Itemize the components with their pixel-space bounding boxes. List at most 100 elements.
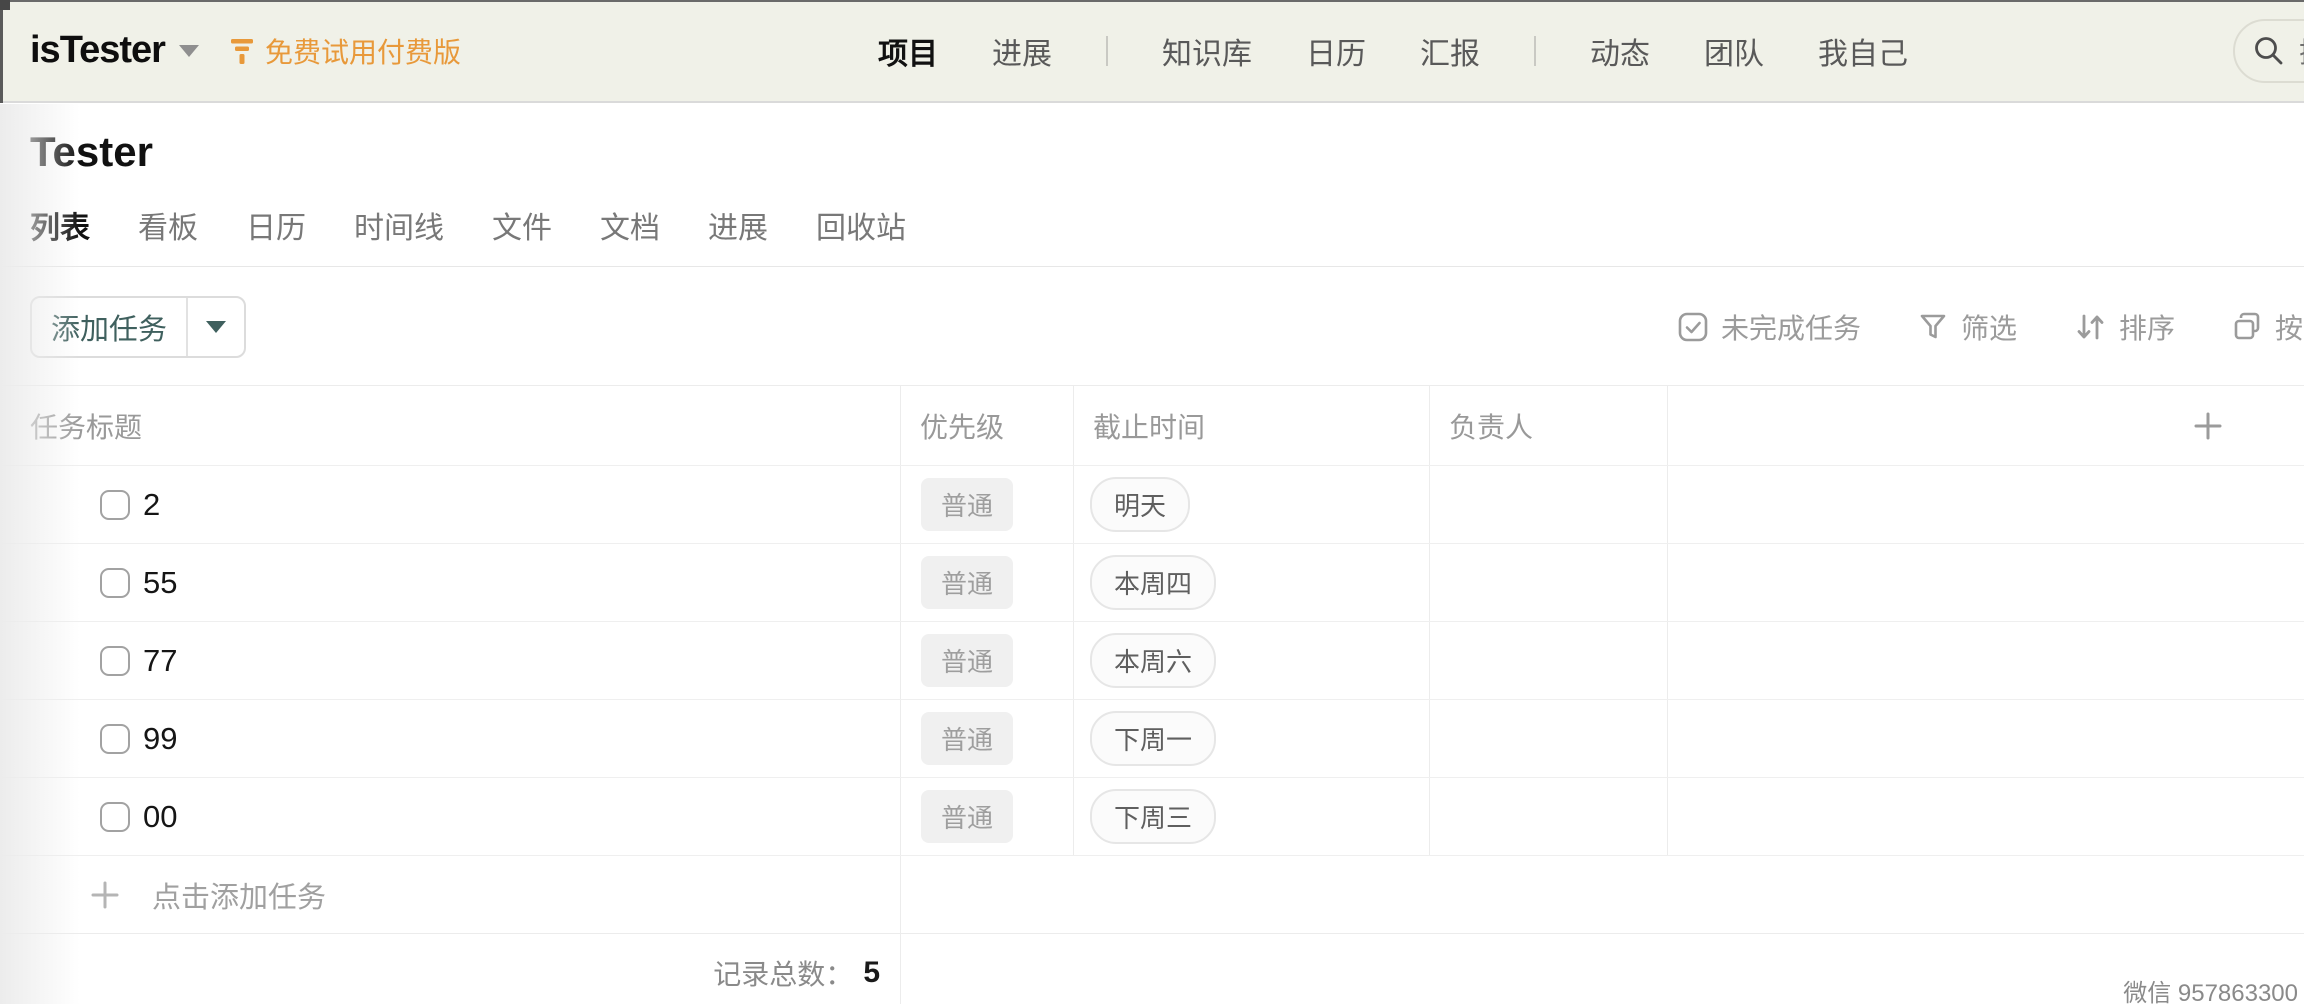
sort-button[interactable]: 排序	[2073, 307, 2175, 347]
assignee-cell[interactable]	[1430, 778, 1668, 855]
sort-arrows-icon	[2073, 311, 2107, 343]
table-row[interactable]: 77 普通 本周六	[0, 622, 2304, 700]
filter-button[interactable]: 筛选	[1917, 307, 2017, 347]
task-title[interactable]: 2	[143, 487, 160, 523]
tab-docs[interactable]: 文档	[600, 203, 660, 247]
nav-divider	[1106, 36, 1108, 66]
task-title[interactable]: 77	[143, 643, 177, 679]
add-task-row[interactable]: 点击添加任务	[0, 856, 2304, 934]
due-date-badge: 本周四	[1090, 555, 1216, 610]
priority-badge: 普通	[921, 478, 1013, 531]
chevron-down-icon	[206, 321, 226, 333]
priority-cell[interactable]: 普通	[901, 466, 1074, 543]
task-title[interactable]: 99	[143, 721, 177, 757]
task-checkbox[interactable]	[100, 724, 130, 754]
add-task-label[interactable]: 添加任务	[32, 298, 188, 356]
task-title[interactable]: 55	[143, 565, 177, 601]
search-icon	[2251, 33, 2287, 69]
add-column-icon[interactable]	[2192, 410, 2224, 442]
assignee-cell[interactable]	[1430, 622, 1668, 699]
task-checkbox[interactable]	[100, 802, 130, 832]
empty-cell	[901, 934, 2304, 1004]
due-date-cell[interactable]: 下周三	[1074, 778, 1430, 855]
priority-badge: 普通	[921, 712, 1013, 765]
add-task-row-cell[interactable]: 点击添加任务	[0, 856, 901, 933]
tab-timeline[interactable]: 时间线	[354, 203, 444, 247]
nav-item-calendar[interactable]: 日历	[1306, 29, 1366, 73]
priority-cell[interactable]: 普通	[901, 544, 1074, 621]
due-date-badge: 明天	[1090, 477, 1190, 532]
column-header-title[interactable]: 任务标题	[0, 386, 901, 465]
checked-checkbox-icon	[1677, 311, 1709, 343]
task-title-cell: 55	[0, 544, 901, 621]
assignee-cell[interactable]	[1430, 700, 1668, 777]
priority-cell[interactable]: 普通	[901, 778, 1074, 855]
due-date-badge: 下周三	[1090, 789, 1216, 844]
due-date-cell[interactable]: 下周一	[1074, 700, 1430, 777]
due-date-cell[interactable]: 本周六	[1074, 622, 1430, 699]
priority-cell[interactable]: 普通	[901, 700, 1074, 777]
priority-cell[interactable]: 普通	[901, 622, 1074, 699]
trial-funnel-icon	[227, 36, 257, 66]
tab-progress[interactable]: 进展	[708, 203, 768, 247]
table-row[interactable]: 99 普通 下周一	[0, 700, 2304, 778]
task-title-cell: 2	[0, 466, 901, 543]
column-header-priority[interactable]: 优先级	[901, 386, 1074, 465]
group-copy-icon	[2231, 311, 2263, 343]
group-by-list-button[interactable]: 按清单分	[2231, 307, 2304, 347]
table-row[interactable]: 2 普通 明天	[0, 466, 2304, 544]
nav-item-team[interactable]: 团队	[1704, 29, 1764, 73]
due-date-badge: 本周六	[1090, 633, 1216, 688]
tab-recycle-bin[interactable]: 回收站	[816, 203, 906, 247]
due-date-cell[interactable]: 明天	[1074, 466, 1430, 543]
tab-calendar[interactable]: 日历	[246, 203, 306, 247]
funnel-icon	[1917, 311, 1949, 343]
column-header-assignee[interactable]: 负责人	[1430, 386, 1668, 465]
table-footer-row: 记录总数： 5	[0, 934, 2304, 1004]
task-checkbox[interactable]	[100, 568, 130, 598]
task-title-cell: 77	[0, 622, 901, 699]
list-toolbar: 未完成任务 筛选 排序 按清单分	[1677, 296, 2304, 358]
view-tabs: 列表 看板 日历 时间线 文件 文档 进展 回收站	[30, 200, 906, 250]
add-task-dropdown[interactable]	[188, 298, 244, 356]
nav-item-me[interactable]: 我自己	[1818, 29, 1908, 73]
record-count-cell: 记录总数： 5	[0, 934, 901, 1004]
task-checkbox[interactable]	[100, 490, 130, 520]
assignee-cell[interactable]	[1430, 466, 1668, 543]
empty-cell	[1668, 466, 2304, 543]
add-task-button[interactable]: 添加任务	[30, 296, 246, 358]
table-header-row: 任务标题 优先级 截止时间 负责人	[0, 386, 2304, 466]
task-title[interactable]: 00	[143, 799, 177, 835]
search-box[interactable]: 搜	[2233, 19, 2304, 83]
column-header-due[interactable]: 截止时间	[1074, 386, 1430, 465]
empty-cell	[1668, 544, 2304, 621]
due-date-cell[interactable]: 本周四	[1074, 544, 1430, 621]
nav-item-progress[interactable]: 进展	[992, 29, 1052, 73]
priority-badge: 普通	[921, 634, 1013, 687]
add-column-cell	[1668, 386, 2304, 465]
search-placeholder: 搜	[2299, 31, 2304, 71]
workspace-switcher[interactable]: isTester 免费试用付费版	[30, 0, 461, 101]
trial-upgrade-link[interactable]: 免费试用付费版	[227, 31, 461, 71]
trial-label: 免费试用付费版	[265, 31, 461, 71]
section-divider	[0, 266, 2304, 267]
wechat-watermark: 微信 957863300	[2123, 973, 2298, 1004]
nav-item-projects[interactable]: 项目	[878, 29, 938, 73]
priority-badge: 普通	[921, 790, 1013, 843]
tab-board[interactable]: 看板	[138, 203, 198, 247]
task-checkbox[interactable]	[100, 646, 130, 676]
table-row[interactable]: 00 普通 下周三	[0, 778, 2304, 856]
tab-list[interactable]: 列表	[30, 203, 90, 247]
uncompleted-filter-toggle[interactable]: 未完成任务	[1677, 307, 1861, 347]
group-by-list-label: 按清单分	[2275, 307, 2304, 347]
nav-item-reports[interactable]: 汇报	[1420, 29, 1480, 73]
assignee-cell[interactable]	[1430, 544, 1668, 621]
table-row[interactable]: 55 普通 本周四	[0, 544, 2304, 622]
nav-item-activity[interactable]: 动态	[1590, 29, 1650, 73]
nav-divider	[1534, 36, 1536, 66]
empty-cell	[1668, 700, 2304, 777]
task-table: 任务标题 优先级 截止时间 负责人 2 普通 明天 55	[0, 385, 2304, 1004]
tab-files[interactable]: 文件	[492, 203, 552, 247]
chevron-down-icon	[179, 45, 199, 57]
nav-item-knowledge-base[interactable]: 知识库	[1162, 29, 1252, 73]
